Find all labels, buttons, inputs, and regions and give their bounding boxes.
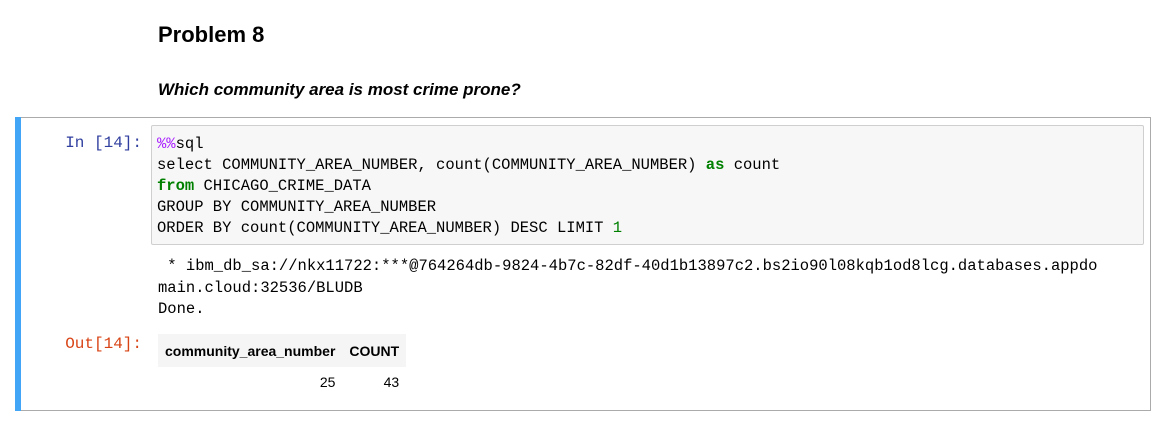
code-line-3: CHICAGO_CRIME_DATA: [194, 177, 371, 195]
code-line-5: ORDER BY count(COMMUNITY_AREA_NUMBER) DE…: [157, 219, 613, 237]
output-prompt: Out[14]:: [65, 335, 142, 353]
cell-magic: %%: [157, 135, 176, 153]
cell-count: 43: [383, 374, 400, 390]
keyword-from: from: [157, 177, 195, 195]
output-line-2: main.cloud:32536/BLUDB: [158, 278, 363, 297]
selected-cell-indicator: [15, 117, 21, 411]
column-header-community-area-number: community_area_number: [158, 334, 343, 367]
input-prompt: In [14]:: [65, 134, 142, 152]
result-table: community_area_number COUNT 25 43: [158, 334, 407, 397]
table-header-row: community_area_number COUNT: [158, 334, 407, 367]
table-row: 25 43: [158, 367, 406, 397]
output-line-1: * ibm_db_sa://nkx11722:***@764264db-9824…: [158, 257, 1098, 275]
stream-output: * ibm_db_sa://nkx11722:***@764264db-9824…: [158, 256, 1143, 321]
code-line-2a: select COMMUNITY_AREA_NUMBER, count(COMM…: [157, 156, 706, 174]
code-text[interactable]: %%sql select COMMUNITY_AREA_NUMBER, coun…: [157, 134, 780, 239]
code-line-2b: count: [724, 156, 781, 174]
keyword-as: as: [705, 156, 725, 174]
cell-community-area-number: 25: [319, 374, 336, 390]
markdown-heading: Problem 8: [158, 22, 265, 47]
number-literal: 1: [612, 219, 623, 237]
code-line-4: GROUP BY COMMUNITY_AREA_NUMBER: [157, 198, 437, 216]
markdown-question: Which community area is most crime prone…: [158, 80, 521, 99]
column-header-count: COUNT: [342, 334, 407, 367]
code-line-1: sql: [175, 135, 204, 153]
output-line-3: Done.: [158, 300, 205, 318]
